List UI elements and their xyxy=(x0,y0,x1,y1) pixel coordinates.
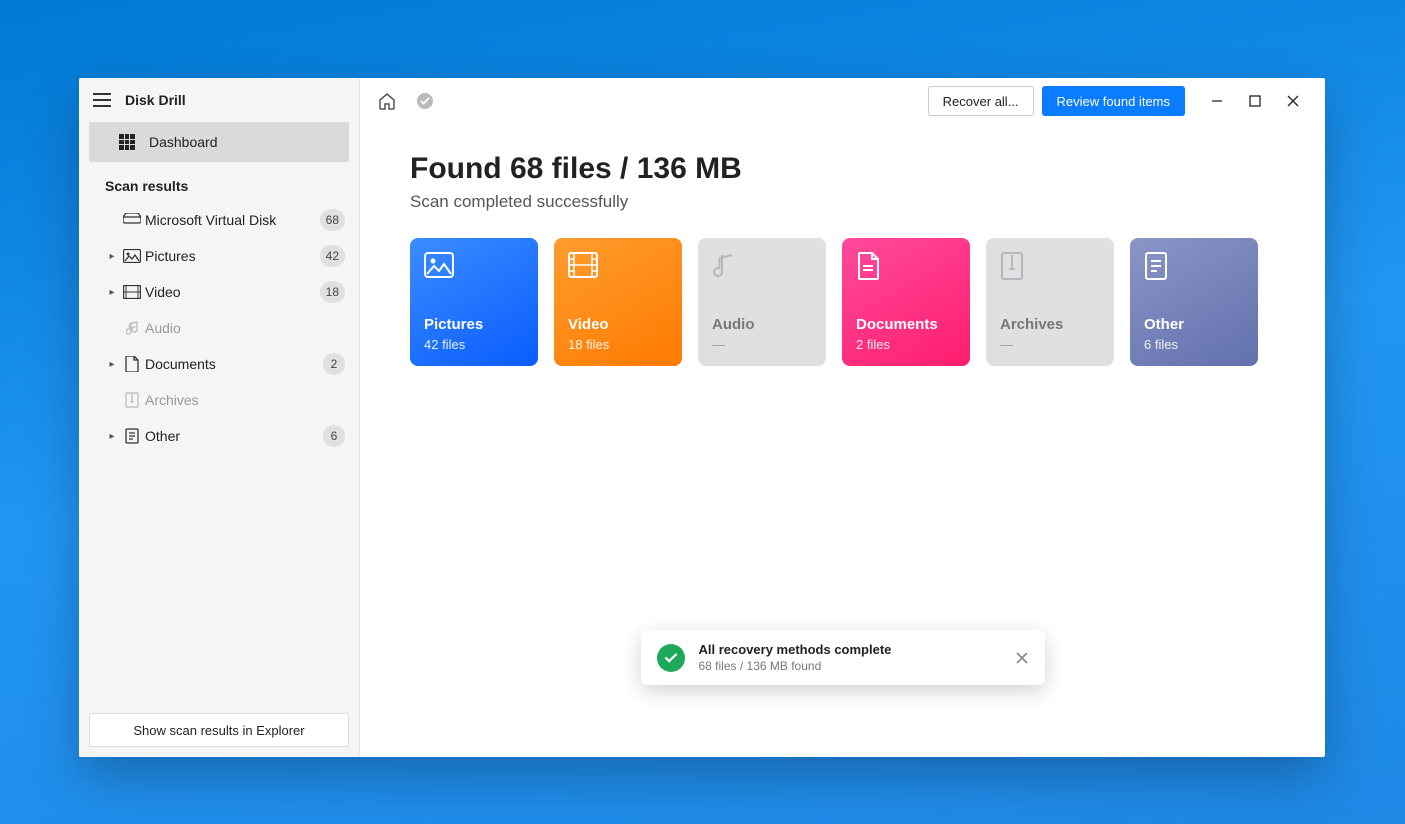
badge: 6 xyxy=(323,425,345,447)
disk-icon xyxy=(119,213,145,227)
page-title: Found 68 files / 136 MB xyxy=(410,152,1275,186)
sidebar-item-label: Other xyxy=(145,428,323,444)
card-audio[interactable]: Audio — xyxy=(698,238,826,366)
page-subtitle: Scan completed successfully xyxy=(410,192,1275,212)
sidebar-item-disk[interactable]: Microsoft Virtual Disk 68 xyxy=(79,202,359,238)
chevron-right-icon: ▸ xyxy=(105,359,119,370)
sidebar-item-documents[interactable]: ▸ Documents 2 xyxy=(79,346,359,382)
card-documents[interactable]: Documents 2 files xyxy=(842,238,970,366)
badge: 2 xyxy=(323,353,345,375)
toast-close-icon[interactable] xyxy=(1015,651,1029,665)
sidebar-item-pictures[interactable]: ▸ Pictures 42 xyxy=(79,238,359,274)
documents-icon xyxy=(856,252,956,316)
sidebar-footer: Show scan results in Explorer xyxy=(79,703,359,757)
chevron-right-icon: ▸ xyxy=(105,287,119,298)
card-sub: 18 files xyxy=(568,337,668,352)
audio-icon xyxy=(119,320,145,336)
pictures-icon xyxy=(119,249,145,263)
close-icon[interactable] xyxy=(1287,95,1299,107)
category-cards: Pictures 42 files Video 18 files Audio — xyxy=(410,238,1275,366)
sidebar-item-archives[interactable]: Archives xyxy=(79,382,359,418)
card-title: Documents xyxy=(856,316,956,333)
archives-icon xyxy=(1000,252,1100,316)
card-archives[interactable]: Archives — xyxy=(986,238,1114,366)
card-title: Video xyxy=(568,316,668,333)
sidebar-item-label: Video xyxy=(145,284,320,300)
card-title: Pictures xyxy=(424,316,524,333)
toast-title: All recovery methods complete xyxy=(699,642,892,657)
home-icon[interactable] xyxy=(372,86,402,116)
content: Found 68 files / 136 MB Scan completed s… xyxy=(360,124,1325,366)
sidebar-item-video[interactable]: ▸ Video 18 xyxy=(79,274,359,310)
other-icon xyxy=(119,428,145,444)
show-in-explorer-button[interactable]: Show scan results in Explorer xyxy=(89,713,349,747)
card-sub: 6 files xyxy=(1144,337,1244,352)
card-sub: 42 files xyxy=(424,337,524,352)
card-title: Audio xyxy=(712,316,812,333)
dashboard-label: Dashboard xyxy=(149,134,218,150)
badge: 42 xyxy=(320,245,345,267)
toolbar: Recover all... Review found items xyxy=(360,78,1325,124)
dashboard-icon xyxy=(119,134,135,150)
video-icon xyxy=(119,285,145,299)
sidebar-item-label: Documents xyxy=(145,356,323,372)
documents-icon xyxy=(119,356,145,372)
sidebar-item-label: Microsoft Virtual Disk xyxy=(145,212,320,228)
badge: 68 xyxy=(320,209,345,231)
toast-text: All recovery methods complete 68 files /… xyxy=(699,642,892,673)
review-found-items-button[interactable]: Review found items xyxy=(1042,86,1185,116)
sidebar-item-label: Pictures xyxy=(145,248,320,264)
video-icon xyxy=(568,252,668,316)
badge: 18 xyxy=(320,281,345,303)
sidebar-item-label: Archives xyxy=(145,392,345,408)
audio-icon xyxy=(712,252,812,316)
app-window: Disk Drill Dashboard Scan results Micros… xyxy=(79,78,1325,757)
pictures-icon xyxy=(424,252,524,316)
section-header-scan-results: Scan results xyxy=(79,162,359,202)
check-icon xyxy=(657,644,685,672)
check-badge-icon[interactable] xyxy=(410,86,440,116)
sidebar-item-label: Audio xyxy=(145,320,345,336)
hamburger-icon[interactable] xyxy=(93,93,111,107)
main-panel: Recover all... Review found items Found … xyxy=(360,78,1325,757)
recover-all-button[interactable]: Recover all... xyxy=(928,86,1034,116)
other-icon xyxy=(1144,252,1244,316)
sidebar-item-audio[interactable]: Audio xyxy=(79,310,359,346)
sidebar-item-dashboard[interactable]: Dashboard xyxy=(89,122,349,162)
archives-icon xyxy=(119,392,145,408)
card-title: Other xyxy=(1144,316,1244,333)
card-video[interactable]: Video 18 files xyxy=(554,238,682,366)
toast-subtitle: 68 files / 136 MB found xyxy=(699,659,892,673)
chevron-right-icon: ▸ xyxy=(105,431,119,442)
card-pictures[interactable]: Pictures 42 files xyxy=(410,238,538,366)
minimize-icon[interactable] xyxy=(1211,95,1223,107)
toast-completion: All recovery methods complete 68 files /… xyxy=(641,630,1045,685)
card-sub: — xyxy=(1000,337,1100,352)
card-sub: — xyxy=(712,337,812,352)
sidebar-header: Disk Drill xyxy=(79,78,359,122)
app-title: Disk Drill xyxy=(125,92,186,108)
sidebar: Disk Drill Dashboard Scan results Micros… xyxy=(79,78,360,757)
card-other[interactable]: Other 6 files xyxy=(1130,238,1258,366)
window-controls xyxy=(1211,95,1313,107)
card-sub: 2 files xyxy=(856,337,956,352)
chevron-right-icon: ▸ xyxy=(105,251,119,262)
maximize-icon[interactable] xyxy=(1249,95,1261,107)
sidebar-item-other[interactable]: ▸ Other 6 xyxy=(79,418,359,454)
card-title: Archives xyxy=(1000,316,1100,333)
